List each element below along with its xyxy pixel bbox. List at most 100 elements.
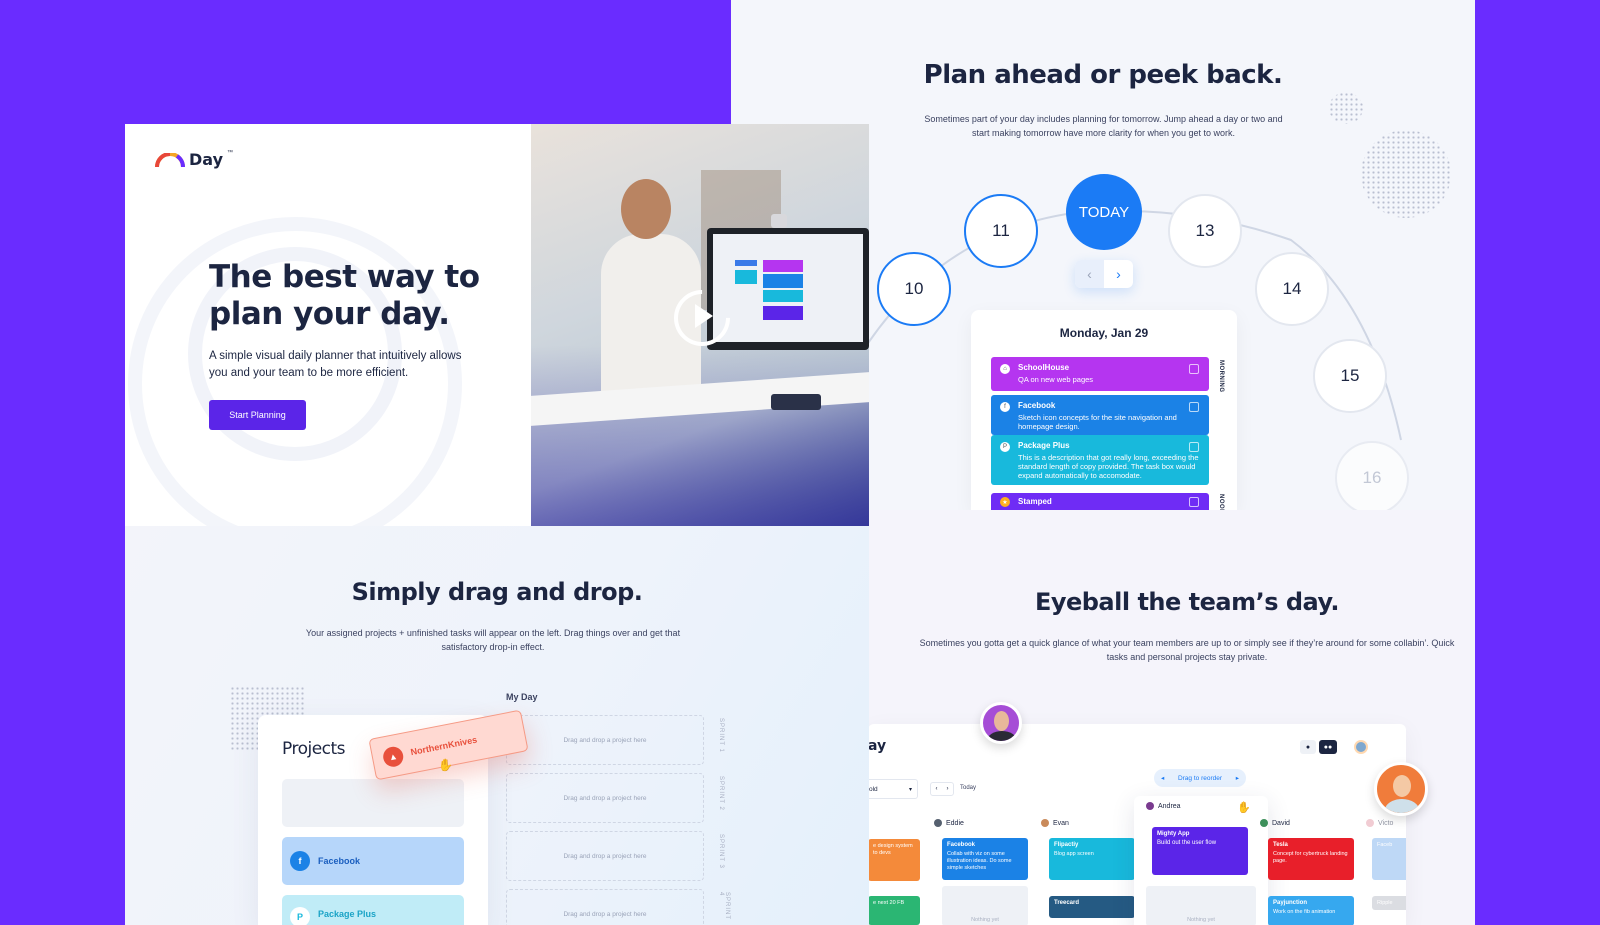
member-column-evan: Evan Flipactiy Blog app screen Treecard (1041, 816, 1149, 925)
task-facebook[interactable]: f Facebook Sketch icon concepts for the s… (991, 395, 1209, 435)
chevron-right-icon: ▸ (1235, 775, 1239, 782)
brand-strip-right (1475, 0, 1600, 925)
team-app-window: ay ● ●● ◂ Drag to reorder ▸ old ▾ ‹ › Toda… (864, 724, 1406, 925)
single-user-toggle[interactable]: ● (1300, 740, 1316, 754)
facebook-icon: f (290, 851, 310, 871)
next-day-button[interactable]: › (1104, 260, 1133, 288)
northernknives-icon: ▲ (381, 745, 405, 769)
card-faceb[interactable]: Faceb (1372, 838, 1406, 880)
drop-slot-1[interactable]: Drag and drop a project here (506, 715, 704, 765)
play-icon[interactable] (695, 304, 713, 328)
floating-avatar-andrea (980, 702, 1022, 744)
day-circle-16[interactable]: 16 (1335, 441, 1409, 515)
task-checkbox[interactable] (1189, 442, 1199, 452)
webcam (771, 214, 787, 228)
hero-subtext: A simple visual daily planner that intui… (209, 350, 462, 379)
day-logo[interactable]: Day ™ (155, 150, 233, 169)
task-checkbox[interactable] (1189, 364, 1199, 374)
team-subtext: Sometimes you gotta get a quick glance o… (919, 638, 1455, 662)
hero-video-thumbnail[interactable] (531, 124, 869, 526)
member-name: Eddie (934, 816, 1042, 830)
project-package-plus[interactable]: P Package Plus (282, 895, 464, 925)
card-partial-2[interactable]: e next 20 FB (868, 896, 920, 925)
project-facebook[interactable]: f Facebook (282, 837, 464, 885)
card-payjunction[interactable]: Payjunction Work on the fib animation (1268, 896, 1354, 925)
day-circle-11[interactable]: 11 (964, 194, 1038, 268)
logo-tm: ™ (227, 150, 234, 156)
avatar (1041, 819, 1049, 827)
drag-drop-title: Simply drag and drop. (351, 578, 643, 606)
day-circle-today[interactable]: TODAY (1066, 174, 1142, 250)
day-circle-13[interactable]: 13 (1168, 194, 1242, 268)
card-ripple[interactable]: Ripple (1372, 896, 1406, 910)
team-section: Eyeball the team’s day. Sometimes you go… (864, 510, 1475, 925)
person-head (621, 179, 671, 239)
card-mighty-app[interactable]: Mighty App Build out the user flow (1152, 827, 1248, 875)
drop-slot-4[interactable]: Drag and drop a project here (506, 889, 704, 925)
logo-text: Day (189, 150, 224, 169)
grab-hand-icon: ✋ (438, 758, 453, 772)
card-treecard[interactable]: Treecard (1049, 896, 1135, 918)
card-flipactiy[interactable]: Flipactiy Blog app screen (1049, 838, 1135, 880)
stamped-icon: ★ (1000, 497, 1010, 507)
member-name: Andrea (1146, 802, 1181, 810)
sprint-label: SPRINT 4 (718, 892, 730, 920)
team-title: Eyeball the team’s day. (1034, 588, 1340, 616)
schoolhouse-icon: ⌂ (1000, 364, 1010, 374)
member-column-andrea[interactable]: Andrea ✋ Mighty App Build out the user fl… (1134, 796, 1268, 925)
package-plus-icon: P (290, 907, 310, 925)
task-stamped[interactable]: ★ Stamped (991, 493, 1209, 510)
today-link[interactable]: Today (960, 785, 976, 791)
chevron-left-icon: ◂ (1161, 775, 1165, 782)
monitor (707, 228, 869, 350)
drop-slot-3[interactable]: Drag and drop a project here (506, 831, 704, 881)
member-column-david: David Tesla Concept for cybertruck landin… (1260, 816, 1368, 925)
drag-drop-section: Simply drag and drop. Your assigned proj… (125, 526, 869, 925)
day-circle-14[interactable]: 14 (1255, 252, 1329, 326)
my-day-label: My Day (506, 692, 538, 702)
team-view-toggle[interactable]: ●● (1319, 740, 1337, 754)
sprint-label: SPRINT 2 (718, 776, 724, 811)
chevron-down-icon: ▾ (908, 786, 912, 793)
drag-to-reorder-pill[interactable]: ◂ Drag to reorder ▸ (1154, 769, 1246, 787)
task-schoolhouse[interactable]: ⌂ SchoolHouse QA on new web pages (991, 357, 1209, 391)
empty-slot: Nothing yet (1146, 886, 1256, 925)
date-pager[interactable]: ‹ › (930, 782, 954, 796)
start-planning-button[interactable]: Start Planning (209, 400, 306, 430)
card-tesla[interactable]: Tesla Concept for cybertruck landing page… (1268, 838, 1354, 880)
empty-slot: Nothing yet (942, 886, 1028, 925)
task-checkbox[interactable] (1189, 497, 1199, 507)
member-name: Victo (1366, 816, 1406, 830)
morning-label: MORNING (1218, 360, 1224, 393)
avatar (1366, 819, 1374, 827)
member-name: Evan (1041, 816, 1149, 830)
floating-avatar-user (1374, 762, 1428, 816)
card-partial[interactable]: e design system to devs (868, 839, 920, 881)
drop-slot-2[interactable]: Drag and drop a project here (506, 773, 704, 823)
day-circle-10[interactable]: 10 (877, 252, 951, 326)
member-column-victo: Victo Faceb Ripple (1366, 816, 1406, 925)
prev-day-button[interactable]: ‹ (1075, 260, 1104, 288)
drag-drop-subtext: Your assigned projects + unfinished task… (305, 628, 681, 652)
member-name: David (1260, 816, 1368, 830)
day-circle-15[interactable]: 15 (1313, 339, 1387, 413)
sprint-label: SPRINT 1 (718, 718, 724, 753)
grab-hand-icon: ✋ (1237, 802, 1251, 814)
task-package-plus[interactable]: P Package Plus This is a description that… (991, 435, 1209, 485)
rainbow-logo-icon (155, 152, 185, 167)
tablet (771, 394, 821, 410)
member-column-eddie: Eddie Facebook Collab with viz on some il… (934, 816, 1042, 925)
projects-title: Projects (282, 739, 346, 759)
hero-headline: The best way to plan your day. (209, 259, 480, 332)
task-checkbox[interactable] (1189, 402, 1199, 412)
user-avatar[interactable] (1354, 740, 1368, 754)
package-plus-icon: P (1000, 442, 1010, 452)
facebook-icon: f (1000, 402, 1010, 412)
sprint-label: SPRINT 3 (718, 834, 724, 869)
view-select[interactable]: old ▾ (864, 779, 918, 799)
avatar (934, 819, 942, 827)
hero-section: Day ™ The best way to plan your day. A si… (125, 124, 869, 526)
card-facebook[interactable]: Facebook Collab with viz on some illustra… (942, 838, 1028, 880)
day-card-date: Monday, Jan 29 (1059, 326, 1149, 340)
team-app-logo: ay (868, 738, 887, 754)
